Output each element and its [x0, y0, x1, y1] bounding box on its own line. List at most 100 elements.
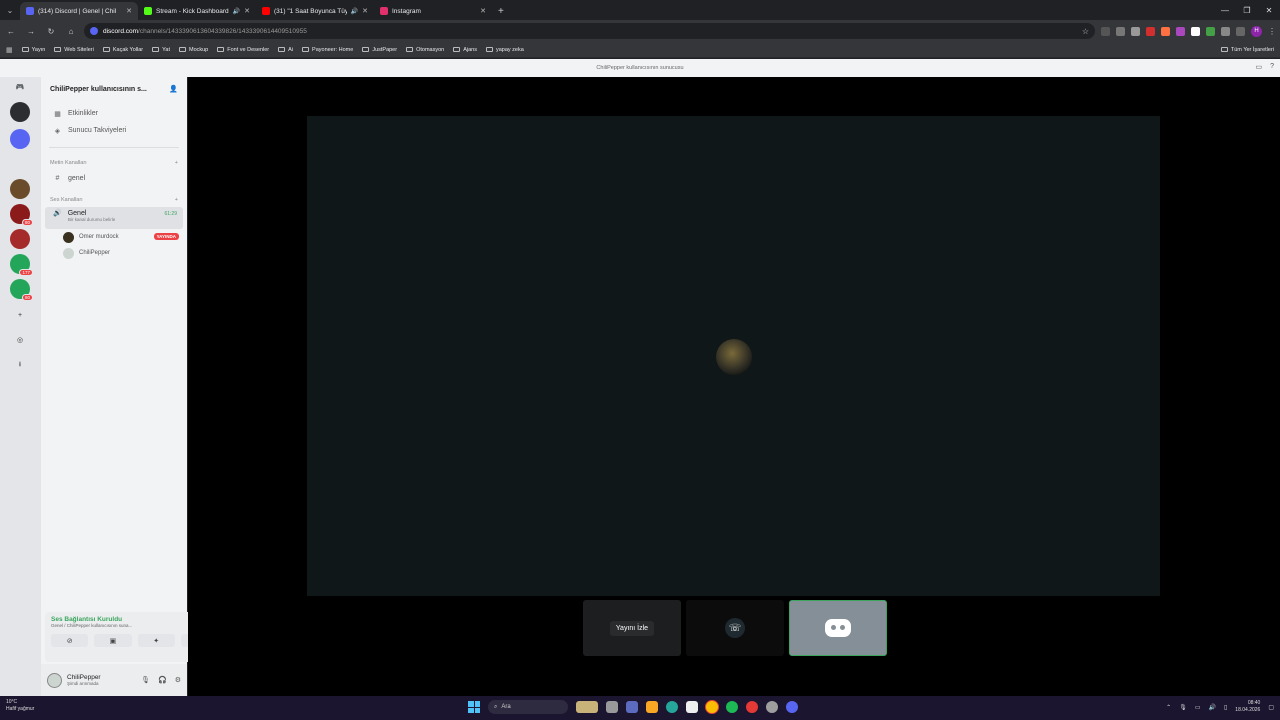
task-view-icon[interactable]: [606, 701, 618, 713]
bookmark-item[interactable]: Web Siteleri: [54, 47, 94, 53]
spotify-icon[interactable]: [726, 701, 738, 713]
avatar[interactable]: [47, 672, 62, 688]
browser-tab[interactable]: Stream - Kick Dashboard 🔊 ✕: [138, 2, 256, 20]
forward-icon[interactable]: →: [24, 27, 38, 36]
text-category[interactable]: Metin Kanalları +: [41, 156, 187, 170]
bookmark-item[interactable]: Payoneer: Home: [302, 47, 353, 53]
site-info-icon[interactable]: [90, 27, 98, 35]
help-icon[interactable]: ?: [1270, 63, 1274, 71]
browser-tab[interactable]: Instagram ✕: [374, 2, 492, 20]
server-header[interactable]: ChiliPepper kullanıcısının s... 👤: [41, 77, 187, 101]
headphones-icon[interactable]: 🎧: [158, 676, 167, 684]
server-icon[interactable]: [10, 129, 30, 149]
add-member-icon[interactable]: 👤: [169, 85, 178, 93]
channel-genel-text[interactable]: # genel: [45, 170, 183, 187]
server-icon[interactable]: [10, 229, 30, 249]
discord-taskbar-icon[interactable]: [786, 701, 798, 713]
channel-genel-voice[interactable]: 🔊 Genel Bir kanal durumu belirle 61:29: [45, 207, 183, 229]
extension-icon[interactable]: [1131, 26, 1140, 36]
bookmark-item[interactable]: JustPaper: [362, 47, 397, 53]
widget-icon[interactable]: [576, 701, 598, 713]
voice-category[interactable]: Ses Kanalları +: [41, 193, 187, 207]
clock[interactable]: 08:40 18.04.2026: [1235, 700, 1260, 714]
chevron-up-icon[interactable]: ⌃: [1166, 704, 1171, 711]
add-channel-icon[interactable]: +: [175, 160, 178, 166]
watch-stream-button[interactable]: Yayını İzle: [609, 620, 655, 636]
bookmark-item[interactable]: yapay zeka: [485, 47, 524, 53]
sidepanel-icon[interactable]: [1236, 26, 1245, 36]
tab-close-icon[interactable]: ✕: [244, 7, 250, 15]
server-icon[interactable]: 80: [10, 204, 33, 226]
home-icon[interactable]: ⌂: [64, 27, 78, 36]
extension-icon[interactable]: [1176, 26, 1185, 36]
extension-icon[interactable]: [1161, 26, 1170, 36]
explore-icon[interactable]: ◎: [10, 330, 30, 350]
events-item[interactable]: ▦ Etkinlikler: [45, 105, 183, 122]
volume-icon[interactable]: 🔊: [1209, 704, 1216, 711]
server-icon[interactable]: 177: [10, 254, 33, 276]
voice-status-text[interactable]: Bir kanal durumu belirle: [68, 217, 175, 222]
inbox-icon[interactable]: ▭: [1255, 63, 1262, 71]
new-tab-button[interactable]: +: [492, 2, 510, 20]
close-icon[interactable]: ✕: [1258, 0, 1280, 20]
chrome-icon[interactable]: [706, 701, 718, 713]
edge-icon[interactable]: [666, 701, 678, 713]
server-icon[interactable]: [10, 102, 30, 122]
audio-icon[interactable]: 🔊: [351, 8, 358, 15]
audio-icon[interactable]: 🔊: [233, 8, 240, 15]
menu-dots-icon[interactable]: ⋮: [1268, 27, 1276, 36]
tab-close-icon[interactable]: ✕: [362, 7, 368, 15]
profile-avatar[interactable]: H: [1251, 25, 1262, 37]
share-screen-icon[interactable]: ▣: [94, 634, 132, 647]
bookmark-item[interactable]: Yat: [152, 47, 170, 53]
url-input[interactable]: discord.com/channels/1433390613604339826…: [84, 23, 1095, 39]
extension-icon[interactable]: [1101, 26, 1110, 36]
voice-user[interactable]: ChiliPepper: [41, 245, 187, 261]
notification-icon[interactable]: ▢: [1268, 704, 1274, 711]
bookmark-star-icon[interactable]: ☆: [1082, 27, 1089, 36]
microphone-icon[interactable]: 🎙: [141, 676, 150, 684]
extension-icon[interactable]: [1206, 26, 1215, 36]
weather-widget[interactable]: 10°C Hafif yağmur: [6, 699, 34, 713]
connection-status[interactable]: Ses Bağlantısı Kuruldu: [51, 616, 132, 623]
file-explorer-icon[interactable]: [646, 701, 658, 713]
apps-grid-icon[interactable]: ▦: [6, 46, 13, 54]
direct-messages-icon[interactable]: 🎮: [10, 77, 30, 97]
app-icon[interactable]: [626, 701, 638, 713]
extensions-puzzle-icon[interactable]: [1221, 26, 1230, 36]
maximize-icon[interactable]: ❐: [1236, 0, 1258, 20]
all-bookmarks-link[interactable]: Tüm Yer İşaretleri: [1220, 47, 1274, 53]
battery-icon[interactable]: ▯: [1224, 704, 1227, 711]
tab-close-icon[interactable]: ✕: [480, 7, 486, 15]
settings-gear-icon[interactable]: ⚙: [175, 676, 181, 684]
server-icon[interactable]: [10, 154, 30, 174]
app-icon[interactable]: [746, 701, 758, 713]
tab-close-icon[interactable]: ✕: [126, 7, 132, 15]
back-icon[interactable]: ←: [4, 27, 18, 36]
settings-icon[interactable]: [766, 701, 778, 713]
camera-icon[interactable]: ⊘: [51, 634, 89, 647]
start-button[interactable]: [468, 701, 480, 713]
user-tile-active[interactable]: [789, 600, 887, 656]
bookmark-item[interactable]: Ai: [278, 47, 293, 53]
extension-icon[interactable]: [1116, 26, 1125, 36]
browser-tab[interactable]: (314) Discord | Genel | Chil ✕: [20, 2, 138, 20]
taskbar-search[interactable]: ⌕ Ara: [488, 700, 568, 714]
bookmark-item[interactable]: Otomasyon: [406, 47, 444, 53]
server-icon[interactable]: [10, 179, 30, 199]
extension-icon[interactable]: [1146, 26, 1155, 36]
browser-tab[interactable]: (31) "1 Saat Boyunca Tüyk 🔊 ✕: [256, 2, 374, 20]
store-icon[interactable]: [686, 701, 698, 713]
bookmark-item[interactable]: Yayın: [21, 47, 45, 53]
bookmark-item[interactable]: Mockup: [178, 47, 208, 53]
activities-icon[interactable]: ✦: [137, 634, 175, 647]
bookmark-item[interactable]: Font ve Desenler: [217, 47, 269, 53]
network-icon[interactable]: ▭: [1195, 704, 1201, 711]
tab-search-icon[interactable]: ⌄: [0, 0, 20, 20]
stream-tile[interactable]: Yayını İzle: [583, 600, 681, 656]
add-channel-icon[interactable]: +: [175, 197, 178, 203]
mic-tray-icon[interactable]: 🎙: [1179, 704, 1187, 711]
extension-icon[interactable]: [1191, 26, 1200, 36]
server-boosts-item[interactable]: ◈ Sunucu Takviyeleri: [45, 122, 183, 139]
server-icon[interactable]: 80: [10, 279, 33, 301]
